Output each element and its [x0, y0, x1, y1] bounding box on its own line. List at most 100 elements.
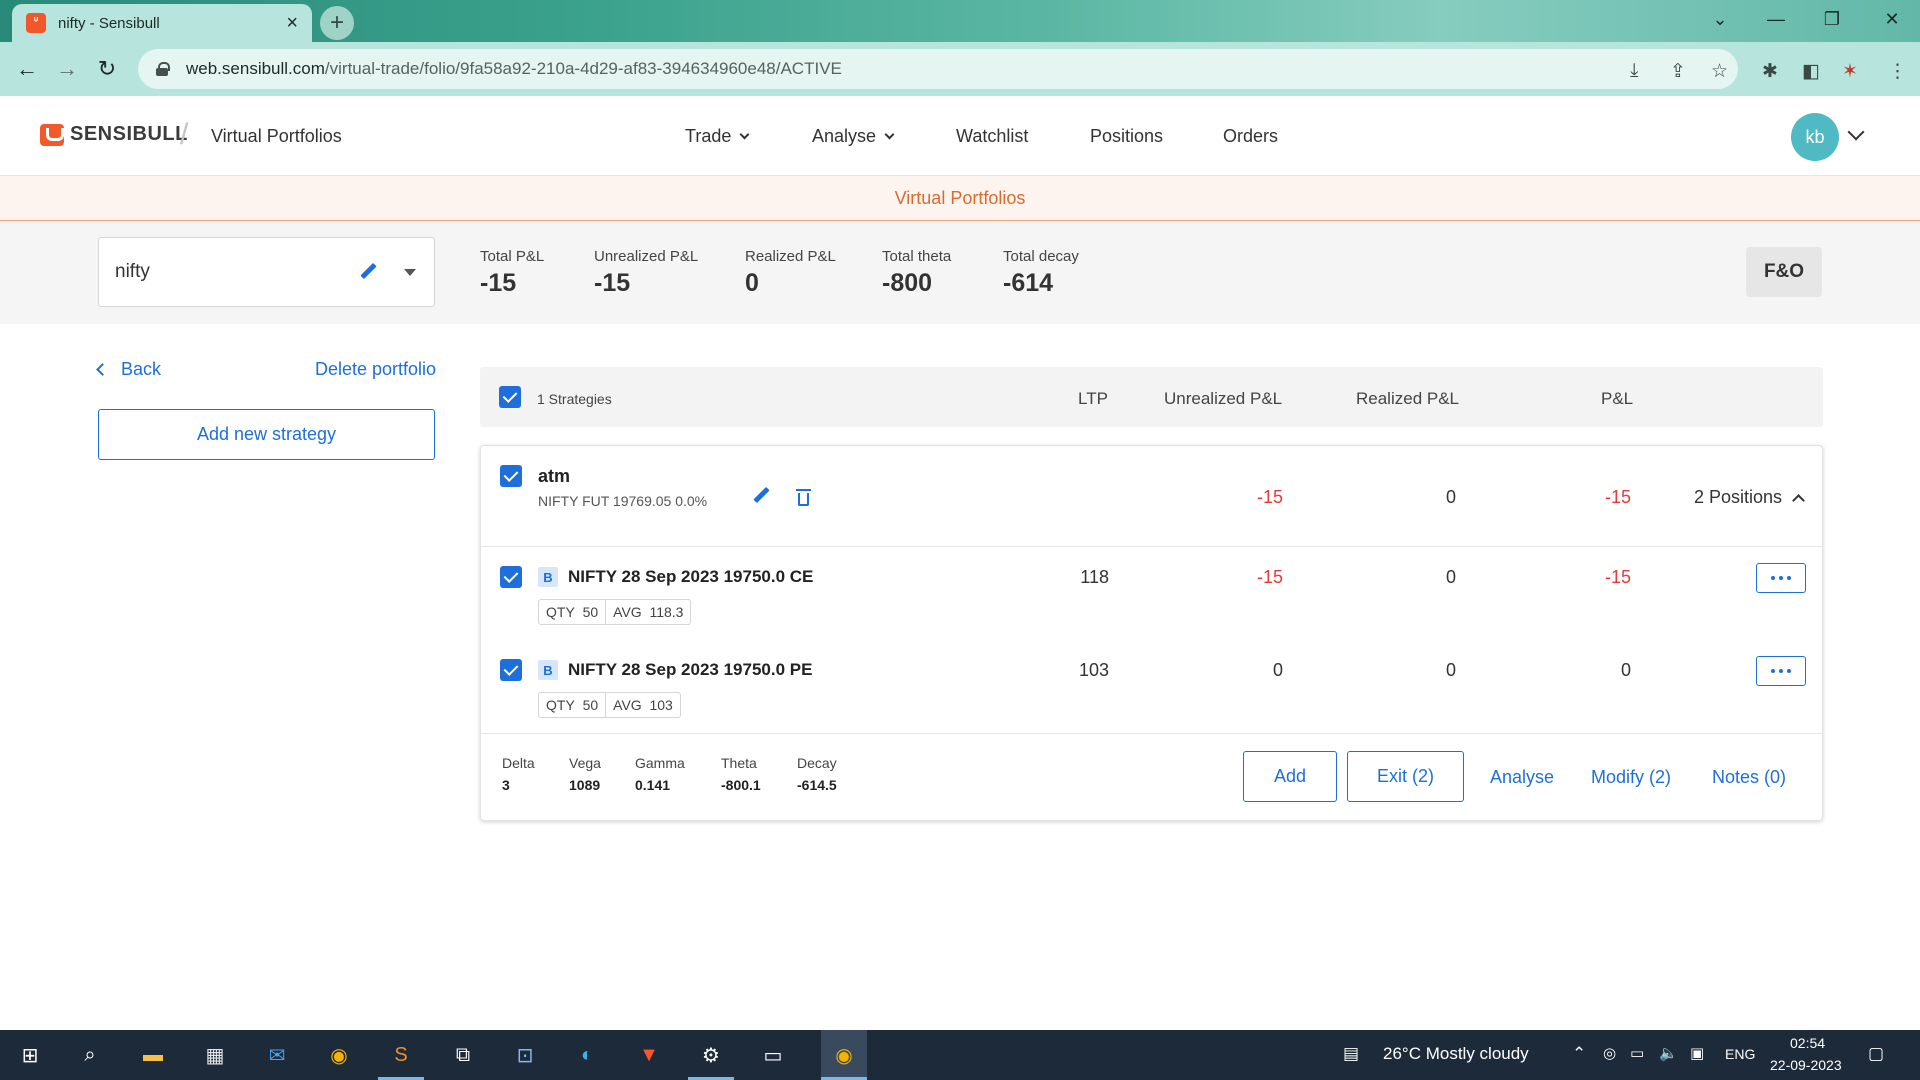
- extensions-puzzle-icon[interactable]: ✱: [1762, 60, 1778, 83]
- nav-orders[interactable]: Orders: [1223, 126, 1278, 147]
- add-new-strategy-button[interactable]: Add new strategy: [98, 409, 435, 460]
- strategy-name: atm: [538, 466, 571, 486]
- greek-label: Vega: [569, 755, 601, 771]
- leg-checkbox[interactable]: [500, 659, 522, 681]
- mail-icon[interactable]: ✉: [261, 1039, 293, 1071]
- nav-trade[interactable]: Trade: [685, 126, 750, 147]
- share-icon[interactable]: ⇪: [1670, 60, 1686, 83]
- bookmark-star-icon[interactable]: ☆: [1711, 60, 1728, 83]
- qty-value: 50: [582, 604, 599, 620]
- positions-toggle[interactable]: 2 Positions: [1694, 487, 1805, 508]
- select-all-checkbox[interactable]: [499, 386, 521, 408]
- search-icon[interactable]: ⌕: [74, 1039, 106, 1071]
- strategy-realized-pnl: 0: [1445, 487, 1456, 507]
- delete-portfolio-link[interactable]: Delete portfolio: [315, 359, 436, 380]
- avatar[interactable]: kb: [1791, 113, 1839, 161]
- row-divider: [481, 546, 1822, 547]
- qty-value: 50: [582, 697, 599, 713]
- avg-value: 103: [649, 697, 673, 713]
- sensibull-logo[interactable]: SENSIBULL: [40, 123, 188, 146]
- sensibull-favicon-icon: ᐡ: [26, 13, 46, 33]
- back-link[interactable]: Back: [96, 359, 162, 380]
- modify-button[interactable]: Modify (2): [1591, 767, 1671, 788]
- chrome-active-icon[interactable]: ◉: [821, 1030, 867, 1080]
- leg-more-options-button[interactable]: [1756, 563, 1806, 593]
- install-app-icon[interactable]: ⤓: [1630, 60, 1638, 82]
- chevron-up-tray-icon[interactable]: ⌃: [1572, 1044, 1586, 1064]
- add-button[interactable]: Add: [1243, 751, 1337, 802]
- network-icon[interactable]: ▣: [1690, 1044, 1704, 1062]
- url-input[interactable]: web.sensibull.com/virtual-trade/folio/9f…: [138, 49, 1738, 89]
- language-indicator[interactable]: ENG: [1725, 1046, 1755, 1062]
- extension-icon[interactable]: ✶: [1842, 60, 1858, 83]
- clock-time[interactable]: 02:54: [1790, 1035, 1825, 1051]
- side-panel-icon[interactable]: ◧: [1802, 60, 1820, 83]
- strategy-pnl: -15: [1604, 487, 1631, 507]
- leg-ltp: 118: [1080, 567, 1109, 587]
- edit-strategy-pencil-icon[interactable]: [751, 486, 771, 506]
- meet-now-icon[interactable]: ◎: [1603, 1044, 1616, 1062]
- settings-gear-icon[interactable]: ⚙: [695, 1039, 727, 1071]
- nav-analyse[interactable]: Analyse: [812, 126, 895, 147]
- leg-ltp: 103: [1078, 660, 1109, 680]
- sublime-text-icon[interactable]: S: [385, 1039, 417, 1071]
- leg-checkbox[interactable]: [500, 566, 522, 588]
- tab-search-icon[interactable]: ⌄: [1692, 0, 1748, 38]
- analyse-button[interactable]: Analyse: [1490, 767, 1554, 788]
- edit-pencil-icon[interactable]: [358, 262, 378, 282]
- browser-menu-icon[interactable]: ⋮: [1888, 60, 1907, 83]
- strategy-checkbox[interactable]: [500, 465, 522, 487]
- volume-icon[interactable]: 🔈: [1659, 1044, 1678, 1062]
- weather-text[interactable]: 26°C Mostly cloudy: [1383, 1044, 1529, 1064]
- browser-tab[interactable]: ᐡ nifty - Sensibull ×: [12, 4, 312, 42]
- app-icon[interactable]: ⧉: [447, 1039, 479, 1071]
- portfolio-summary: nifty Total P&L -15 Unrealized P&L -15 R…: [0, 221, 1920, 324]
- leg-more-options-button[interactable]: [1756, 656, 1806, 686]
- nav-positions[interactable]: Positions: [1090, 126, 1163, 147]
- greek-delta: Delta 3: [502, 755, 535, 793]
- leg-pnl: -15: [1604, 567, 1631, 587]
- terminal-icon[interactable]: ▭: [757, 1039, 789, 1071]
- file-explorer-icon[interactable]: ▬: [137, 1039, 169, 1071]
- buy-badge: B: [538, 567, 558, 587]
- column-ltp: LTP: [1078, 389, 1108, 408]
- minimize-button[interactable]: —: [1748, 0, 1804, 38]
- clock-date[interactable]: 22-09-2023: [1770, 1057, 1842, 1073]
- metric-value: 0: [745, 269, 759, 297]
- notifications-icon[interactable]: ▢: [1868, 1044, 1884, 1064]
- network-app-icon[interactable]: ⊡: [509, 1039, 541, 1071]
- greek-gamma: Gamma 0.141: [635, 755, 685, 793]
- chrome-icon[interactable]: ◉: [323, 1039, 355, 1071]
- new-tab-button[interactable]: +: [320, 6, 354, 40]
- exit-button[interactable]: Exit (2): [1347, 751, 1464, 802]
- restore-button[interactable]: ❐: [1804, 0, 1860, 38]
- battery-icon[interactable]: ▭: [1630, 1044, 1644, 1062]
- metric-label: Total theta: [882, 248, 952, 265]
- delete-strategy-trash-icon[interactable]: [796, 489, 811, 506]
- edge-icon[interactable]: ◐: [571, 1039, 603, 1071]
- segment-fo-button[interactable]: F&O: [1746, 247, 1822, 297]
- account-chevron-down-icon[interactable]: [1847, 123, 1865, 141]
- nav-analyse-label: Analyse: [812, 126, 877, 146]
- avg-value: 118.3: [649, 604, 684, 620]
- back-arrow-icon[interactable]: ←: [10, 52, 44, 86]
- caret-down-icon[interactable]: [404, 268, 416, 276]
- nav-watchlist[interactable]: Watchlist: [956, 126, 1028, 147]
- windows-taskbar: ⊞ ⌕ ▬ ▦ ✉ ◉ S ⧉ ⊡ ◐ ▼ ⚙ ▭ ◉ ▤ 26°C Mostl…: [0, 1030, 1920, 1080]
- notes-button[interactable]: Notes (0): [1712, 767, 1786, 788]
- greek-label: Delta: [502, 755, 535, 771]
- weather-icon[interactable]: ▤: [1343, 1044, 1359, 1064]
- store-icon[interactable]: ▦: [199, 1039, 231, 1071]
- forward-arrow-icon[interactable]: →: [50, 52, 84, 86]
- close-tab-icon[interactable]: ×: [286, 12, 298, 35]
- brave-icon[interactable]: ▼: [633, 1039, 665, 1071]
- windows-start-icon[interactable]: ⊞: [14, 1039, 46, 1071]
- metric-total-pnl: Total P&L -15: [480, 248, 544, 298]
- close-window-button[interactable]: ✕: [1864, 0, 1920, 38]
- back-label: Back: [121, 359, 162, 379]
- lock-icon: [156, 62, 170, 76]
- reload-icon[interactable]: ↻: [90, 52, 124, 86]
- portfolio-select[interactable]: nifty: [98, 237, 435, 307]
- leg-qty-avg: QTY 50 AVG 103: [538, 692, 681, 718]
- app-header: SENSIBULL / Virtual Portfolios Trade Ana…: [0, 96, 1920, 176]
